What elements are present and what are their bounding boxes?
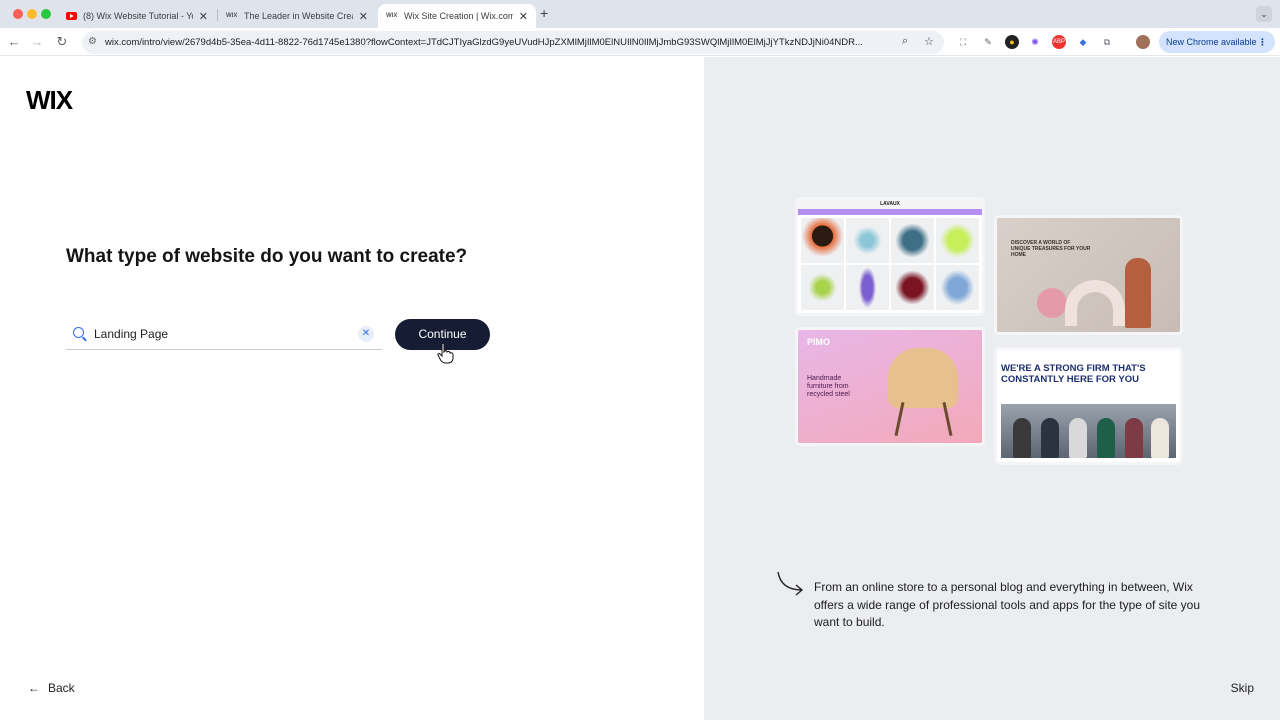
page-title: What type of website do you want to crea… [66, 246, 468, 267]
screenshot-extension-icon[interactable]: ⛶ [956, 35, 970, 49]
site-info-icon[interactable]: ⚙ [88, 36, 97, 47]
person-figure [1069, 418, 1087, 458]
product-thumb [801, 265, 844, 310]
close-tab-icon[interactable]: ✕ [519, 10, 528, 23]
person-figure [1013, 418, 1031, 458]
preview-headline: Handmade furniture from recycled steel [807, 375, 850, 398]
back-nav-icon[interactable]: ← [6, 34, 22, 50]
product-grid [798, 215, 982, 313]
preview-object [1125, 258, 1151, 328]
extension-icon[interactable]: ✺ [1028, 35, 1042, 49]
wix-logo: WIX [26, 85, 73, 115]
product-thumb [936, 218, 979, 263]
maximize-window-button[interactable] [41, 9, 51, 19]
tag-extension-icon[interactable]: ◆ [1076, 35, 1090, 49]
product-thumb [936, 265, 979, 310]
browser-toolbar: ← → ↻ ⚙ wix.com/intro/view/2679d4b5-35ea… [0, 28, 1280, 56]
profile-avatar[interactable] [1136, 35, 1150, 49]
browser-tab-wix-leader[interactable]: WIX The Leader in Website Creati ✕ [218, 4, 376, 28]
product-thumb [891, 265, 934, 310]
extension-icon[interactable]: ● [1005, 35, 1019, 49]
close-tab-icon[interactable]: ✕ [199, 10, 208, 23]
person-figure [1097, 418, 1115, 458]
tab-title: The Leader in Website Creati [244, 11, 353, 21]
person-figure [1125, 418, 1143, 458]
bookmark-star-icon[interactable]: ☆ [924, 35, 934, 48]
person-figure [1151, 418, 1169, 458]
close-window-button[interactable] [13, 9, 23, 19]
preview-headline: WE'RE A STRONG FIRM THAT'S CONSTANTLY HE… [1001, 363, 1146, 385]
tab-search-icon[interactable]: ⌄ [1256, 6, 1272, 22]
onboarding-left-panel: WIX What type of website do you want to … [0, 57, 704, 720]
back-label: Back [48, 681, 75, 695]
back-button[interactable]: ← Back [28, 681, 75, 695]
minimize-window-button[interactable] [27, 9, 37, 19]
product-thumb [846, 265, 889, 310]
adblock-extension-icon[interactable]: ABP [1052, 35, 1066, 49]
wix-favicon-icon: WIX [386, 13, 398, 19]
team-photo [1001, 404, 1176, 458]
wix-favicon-icon: WIX [226, 13, 238, 19]
clear-search-icon[interactable]: ✕ [358, 326, 374, 342]
forward-nav-icon[interactable]: → [29, 34, 45, 50]
preview-brand: PIMO [807, 337, 831, 347]
address-bar[interactable]: ⚙ wix.com/intro/view/2679d4b5-35ea-4d11-… [82, 31, 944, 54]
furniture-template-preview: PIMO Handmade furniture from recycled st… [798, 330, 982, 443]
search-icon [73, 327, 84, 338]
youtube-icon [66, 12, 77, 20]
product-thumb [801, 218, 844, 263]
browser-tab-youtube[interactable]: (8) Wix Website Tutorial - Yo ✕ [58, 4, 216, 28]
product-thumb [846, 218, 889, 263]
site-type-search-input[interactable]: Landing Page ✕ [66, 320, 382, 350]
tab-title: (8) Wix Website Tutorial - Yo [83, 11, 193, 21]
tab-title: Wix Site Creation | Wix.com [404, 11, 513, 21]
preview-object [1037, 288, 1067, 318]
search-input-value[interactable]: Landing Page [94, 327, 168, 341]
extensions-puzzle-icon[interactable]: ⧉ [1100, 35, 1114, 49]
caption-text: From an online store to a personal blog … [814, 580, 1201, 629]
product-thumb [891, 218, 934, 263]
more-menu-icon[interactable]: ⋮ [1258, 31, 1267, 53]
preview-object [1065, 280, 1125, 326]
browser-tab-bar: (8) Wix Website Tutorial - Yo ✕ WIX The … [0, 0, 1280, 28]
pen-extension-icon[interactable]: ✎ [981, 35, 995, 49]
zoom-icon[interactable]: ⌕ [902, 35, 908, 48]
preview-brand: LAVAUX [798, 200, 982, 209]
business-template-preview: WE'RE A STRONG FIRM THAT'S CONSTANTLY HE… [997, 350, 1180, 462]
reload-icon[interactable]: ↻ [54, 34, 70, 50]
onboarding-right-panel: LAVAUX DISCOVER A WORLD OF UNIQUE TREASU… [704, 57, 1280, 720]
preview-headline: DISCOVER A WORLD OF UNIQUE TREASURES FOR… [1011, 240, 1091, 258]
skip-button[interactable]: Skip [1231, 681, 1254, 695]
curved-arrow-icon [777, 571, 804, 596]
hand-cursor-icon [437, 342, 454, 364]
new-chrome-available-button[interactable]: New Chrome available ⋮ [1159, 31, 1275, 53]
decor-template-preview: DISCOVER A WORLD OF UNIQUE TREASURES FOR… [997, 218, 1180, 332]
chair-image [888, 348, 958, 408]
store-template-preview: LAVAUX [798, 200, 982, 313]
update-label: New Chrome available [1166, 37, 1257, 47]
browser-tab-wix-site-creation[interactable]: WIX Wix Site Creation | Wix.com ✕ [378, 4, 536, 28]
new-tab-button[interactable]: + [540, 5, 548, 21]
url-text[interactable]: wix.com/intro/view/2679d4b5-35ea-4d11-88… [105, 37, 895, 48]
person-figure [1041, 418, 1059, 458]
arrow-left-icon: ← [28, 681, 40, 695]
close-tab-icon[interactable]: ✕ [359, 10, 368, 23]
